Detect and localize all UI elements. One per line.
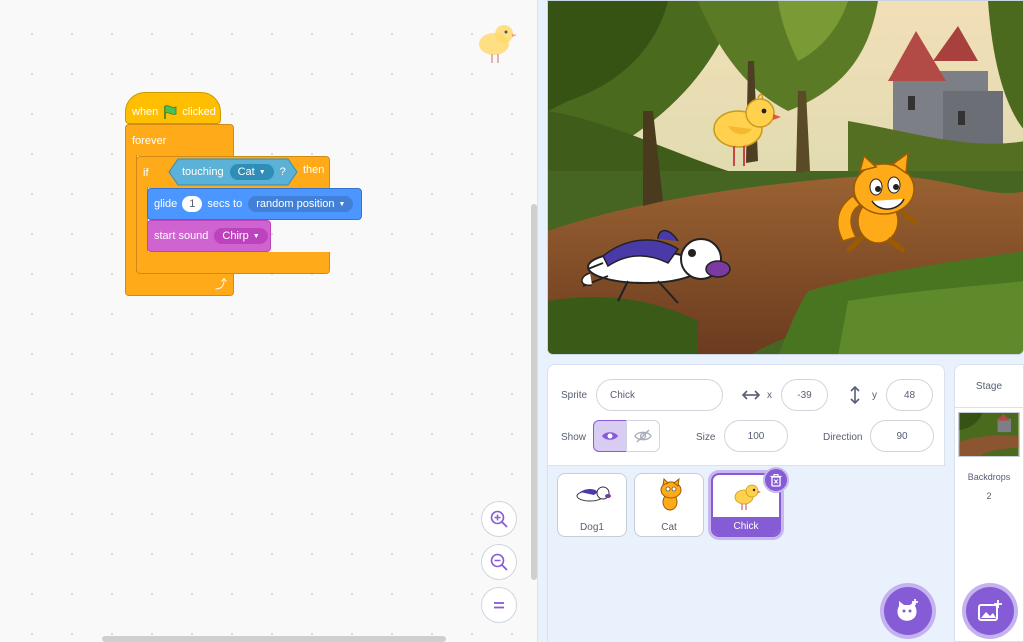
choose-sprite-button[interactable] [884, 587, 932, 635]
size-label: Size [696, 432, 716, 443]
if-bottom [136, 252, 330, 274]
add-sprite-icon [897, 599, 918, 621]
eye-icon [602, 432, 618, 440]
add-backdrop-icon [978, 600, 1002, 621]
sound-dropdown[interactable]: Chirp ▼ [214, 228, 268, 244]
size-input[interactable]: 100 [724, 420, 788, 452]
trash-icon [770, 473, 782, 487]
x-label: x [767, 390, 772, 401]
stage-selector-panel[interactable]: Stage Backdrops 2 [954, 364, 1024, 642]
sprite-tile-cat[interactable]: Cat [634, 473, 704, 537]
touching-label: touching [182, 166, 224, 178]
glide-secs-to-label: secs to [207, 198, 243, 210]
hat-when-text: when [132, 106, 159, 118]
sprite-tile-dog1[interactable]: Dog1 [557, 473, 627, 537]
vertical-scrollbar[interactable] [531, 204, 537, 580]
sprite-info: Sprite Chick x -39 y 48 Show Size 100 Di… [548, 365, 946, 466]
show-visible-button[interactable] [593, 420, 627, 452]
forever-label: forever [132, 134, 167, 147]
glide-block[interactable]: glide 1 secs to random position ▼ [147, 188, 362, 220]
zoom-out-icon [490, 553, 508, 571]
stage[interactable] [547, 0, 1024, 355]
horizontal-scrollbar[interactable] [102, 636, 446, 642]
sprite-tile-name: Cat [661, 521, 677, 533]
touching-target-dropdown[interactable]: Cat ▼ [229, 164, 274, 180]
show-hidden-button[interactable] [626, 420, 660, 452]
cat-icon [660, 478, 682, 511]
vertical-arrows-icon [850, 385, 860, 405]
backdrop-thumbnail[interactable] [958, 412, 1020, 457]
glide-secs-input[interactable]: 1 [182, 196, 203, 212]
dropdown-arrow-icon: ▼ [258, 168, 266, 176]
zoom-reset-icon [494, 602, 504, 609]
x-input[interactable]: -39 [781, 379, 828, 411]
when-flag-clicked-block[interactable]: when clicked [125, 92, 221, 124]
dog-icon [576, 486, 611, 502]
choose-backdrop-button[interactable] [966, 587, 1014, 635]
loop-arrow-icon: ⤴ [214, 277, 227, 291]
if-label: if [143, 166, 149, 179]
show-label: Show [561, 432, 587, 443]
start-sound-block[interactable]: start sound Chirp ▼ [147, 220, 271, 252]
forest-castle-backdrop [548, 1, 1023, 354]
glide-label: glide [154, 198, 178, 210]
chick-icon [734, 484, 761, 510]
zoom-in-icon [490, 510, 508, 528]
code-area[interactable]: when clicked forever ⤴ if touching Cat ▼… [0, 0, 538, 642]
hat-clicked-text: clicked [182, 106, 216, 118]
then-label: then [303, 164, 325, 176]
dropdown-arrow-icon: ▼ [338, 200, 346, 208]
stage-title: Stage [975, 381, 1003, 392]
touching-content: touching Cat ▼ ? [182, 161, 286, 183]
green-flag-icon [164, 105, 177, 119]
question-mark: ? [279, 166, 286, 178]
delete-sprite-button[interactable] [763, 467, 789, 493]
sprite-info-panel: Sprite Chick x -39 y 48 Show Size 100 Di… [547, 364, 946, 642]
direction-label: Direction [823, 432, 863, 443]
sprite-tile-name: Chick [713, 517, 779, 535]
glide-target-dropdown[interactable]: random position ▼ [248, 196, 354, 212]
eye-hidden-icon [634, 429, 652, 443]
horizontal-arrows-icon [741, 390, 761, 400]
y-label: y [872, 390, 877, 401]
backdrops-label: Backdrops [967, 472, 1011, 482]
direction-input[interactable]: 90 [870, 420, 934, 452]
y-input[interactable]: 48 [886, 379, 933, 411]
backdrops-count: 2 [986, 491, 992, 501]
zoom-out-button[interactable] [481, 544, 517, 580]
chick-icon [479, 25, 517, 63]
start-sound-label: start sound [154, 230, 209, 242]
sprite-name-input[interactable]: Chick [596, 379, 723, 411]
forever-block[interactable]: forever [125, 124, 234, 156]
zoom-in-button[interactable] [481, 501, 517, 537]
zoom-reset-button[interactable] [481, 587, 517, 623]
forever-bottom: ⤴ [125, 272, 234, 296]
sprite-tile-name: Dog1 [580, 521, 604, 533]
sprite-label: Sprite [561, 390, 588, 401]
dropdown-arrow-icon: ▼ [252, 232, 260, 240]
